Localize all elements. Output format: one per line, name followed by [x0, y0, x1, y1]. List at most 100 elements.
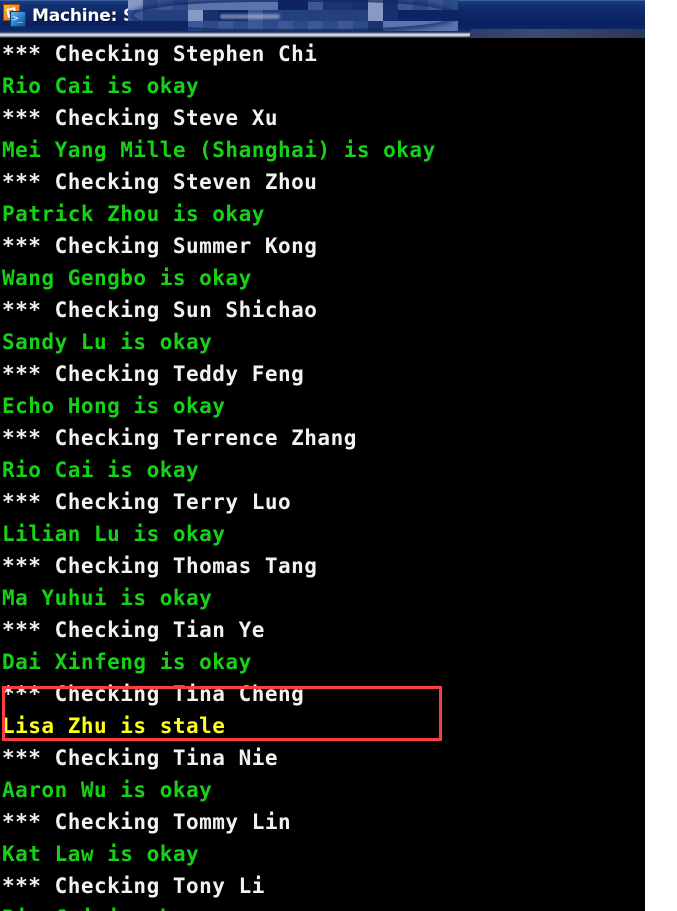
console-line: *** Checking Terry Luo: [2, 490, 292, 514]
console-line: *** Checking Summer Kong: [2, 234, 318, 258]
powershell-app-icon: >_: [2, 3, 28, 28]
redaction-tile: [248, 10, 263, 21]
console-line: *** Checking Tina Cheng: [2, 682, 305, 706]
console-window: >_ Machine: S *** Checking Stephen Chi Ri…: [0, 0, 645, 911]
redaction-tile: [368, 0, 383, 11]
redaction-tile: [368, 10, 383, 21]
powershell-prompt-icon: >_: [10, 10, 26, 27]
redaction-tile: [338, 10, 353, 21]
console-line: Lilian Lu is okay: [2, 522, 226, 546]
redacted-machine-name: [128, 0, 458, 31]
redaction-tile: [203, 20, 218, 31]
console-line: Echo Hong is okay: [2, 394, 226, 418]
redaction-tile: [398, 10, 413, 21]
console-line: Rio Cai is okay: [2, 902, 645, 911]
redaction-tile: [158, 10, 173, 21]
redaction-tile: [383, 20, 398, 31]
redaction-tile: [233, 0, 248, 11]
console-line: Wang Gengbo is okay: [2, 266, 252, 290]
redaction-tile: [233, 20, 248, 31]
redaction-tile: [413, 20, 428, 31]
titlebar-bevel-strip: [0, 31, 645, 38]
redaction-tile: [158, 20, 173, 31]
console-line: *** Checking Stephen Chi: [2, 42, 318, 66]
redaction-tile: [353, 10, 368, 21]
redaction-tile: [443, 10, 458, 21]
redaction-tile: [263, 20, 278, 31]
console-line: *** Checking Sun Shichao: [2, 298, 318, 322]
redaction-tile: [263, 10, 278, 21]
console-line: Kat Law is okay: [2, 842, 200, 866]
redaction-tile: [263, 0, 278, 11]
redaction-blob: [134, 2, 452, 29]
redaction-tile: [233, 10, 248, 21]
redaction-tile: [203, 10, 218, 21]
redaction-tile: [218, 0, 233, 11]
redaction-tile: [293, 10, 308, 21]
redaction-tile: [203, 0, 218, 11]
redaction-tile: [188, 10, 203, 21]
console-line: Ma Yuhui is okay: [2, 586, 213, 610]
window-titlebar[interactable]: >_ Machine: S: [0, 0, 645, 31]
redaction-tile: [143, 10, 158, 21]
redaction-tile: [383, 0, 398, 11]
redaction-tile: [143, 0, 158, 11]
redaction-tile: [293, 0, 308, 11]
console-line: Dai Xinfeng is okay: [2, 650, 252, 674]
titlebar-top-bevel: [0, 0, 645, 1]
redaction-tile: [278, 0, 293, 11]
redaction-tile: [248, 0, 263, 11]
redaction-tile: [353, 0, 368, 11]
redaction-tile: [323, 20, 338, 31]
redaction-tile: [218, 20, 233, 31]
redaction-tile: [188, 0, 203, 11]
console-output[interactable]: *** Checking Stephen Chi Rio Cai is okay *…: [0, 38, 645, 911]
redaction-tile: [278, 10, 293, 21]
redaction-tile: [158, 0, 173, 11]
console-line: Sandy Lu is okay: [2, 330, 213, 354]
console-line: Rio Cai is okay: [2, 74, 200, 98]
redaction-tile: [218, 10, 233, 21]
redaction-tile: [428, 20, 443, 31]
console-line: *** Checking Tina Nie: [2, 746, 279, 770]
redaction-tile: [398, 0, 413, 11]
console-line: Patrick Zhou is okay: [2, 202, 265, 226]
redaction-tile: [353, 20, 368, 31]
redaction-tile: [443, 20, 458, 31]
redaction-tile: [368, 20, 383, 31]
redaction-tile: [188, 20, 203, 31]
console-line: *** Checking Terrence Zhang: [2, 426, 357, 450]
console-line: *** Checking Steven Zhou: [2, 170, 318, 194]
redaction-tile: [338, 0, 353, 11]
redaction-tile: [428, 0, 443, 11]
redaction-tile: [413, 0, 428, 11]
console-line: Aaron Wu is okay: [2, 778, 213, 802]
redaction-tile: [173, 20, 188, 31]
redaction-tile: [323, 0, 338, 11]
redaction-tile: [398, 20, 413, 31]
redaction-tile: [293, 20, 308, 31]
redaction-tile: [443, 0, 458, 11]
console-line: Mei Yang Mille (Shanghai) is okay: [2, 138, 436, 162]
redaction-tile: [173, 0, 188, 11]
redaction-smudge: [220, 14, 280, 19]
redaction-tile: [173, 10, 188, 21]
redaction-tile: [308, 0, 323, 11]
console-line: *** Checking Steve Xu: [2, 106, 279, 130]
redaction-tile: [278, 20, 293, 31]
window-title: Machine: S: [32, 5, 135, 26]
redaction-tile: [308, 10, 323, 21]
redaction-tile: [413, 10, 428, 21]
redaction-tile: [143, 20, 158, 31]
console-line: *** Checking Teddy Feng: [2, 362, 305, 386]
redaction-tile: [338, 20, 353, 31]
console-line: *** Checking Tian Ye: [2, 618, 265, 642]
console-line: *** Checking Tommy Lin: [2, 810, 292, 834]
console-line: Lisa Zhu is stale: [2, 714, 226, 738]
console-line: *** Checking Tony Li: [2, 874, 265, 898]
console-line: Rio Cai is okay: [2, 458, 200, 482]
redaction-tile: [248, 20, 263, 31]
console-line: *** Checking Thomas Tang: [2, 554, 318, 578]
redaction-tile: [383, 10, 398, 21]
redaction-tile: [308, 20, 323, 31]
